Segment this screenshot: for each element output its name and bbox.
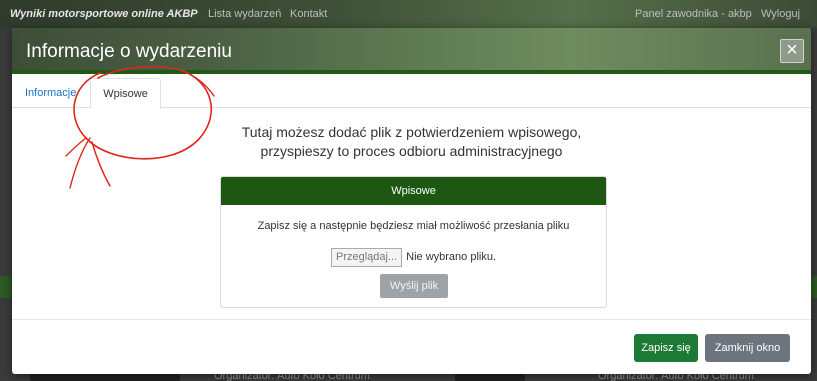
site-brand[interactable]: Wyniki motorsportowe online AKBP	[10, 8, 198, 20]
nav-contact-link[interactable]: Kontakt	[290, 8, 327, 20]
modal-tabs: Informacje Wpisowe	[12, 78, 811, 109]
modal-title: Informacje o wydarzeniu	[26, 41, 232, 62]
tab-wpisowe[interactable]: Wpisowe	[90, 78, 161, 109]
modal-footer: Zapisz się Zamknij okno	[12, 319, 811, 374]
intro-line-1: Tutaj możesz dodać plik z potwierdzeniem…	[241, 124, 582, 140]
intro-line-2: przyspieszy to proces odbioru administra…	[260, 143, 563, 159]
card-instruction: Zapisz się a następnie będziesz miał moż…	[257, 220, 570, 232]
entry-fee-card: Wpisowe Zapisz się a następnie będziesz …	[220, 176, 607, 308]
background-navbar: Wyniki motorsportowe online AKBP Lista w…	[0, 0, 817, 28]
close-icon: ×	[786, 39, 798, 61]
close-window-button[interactable]: Zamknij okno	[705, 334, 790, 362]
file-status: Nie wybrano pliku.	[406, 251, 497, 263]
nav-events-link[interactable]: Lista wydarzeń	[208, 8, 281, 20]
tab-informacje[interactable]: Informacje	[16, 78, 85, 109]
nav-panel-link[interactable]: Panel zawodnika - akbp	[635, 8, 752, 20]
modal-close-button[interactable]: ×	[780, 39, 804, 63]
nav-logout-link[interactable]: Wyloguj	[761, 8, 800, 20]
register-button[interactable]: Zapisz się	[634, 334, 698, 362]
modal-header: Informacje o wydarzeniu ×	[12, 28, 811, 74]
send-file-button[interactable]: Wyślij plik	[380, 274, 448, 298]
event-info-modal: Informacje o wydarzeniu × Informacje Wpi…	[12, 28, 811, 374]
file-input: Przeglądaj... Nie wybrano pliku.	[221, 247, 606, 267]
entry-intro-text: Tutaj możesz dodać plik z potwierdzeniem…	[12, 123, 811, 161]
card-header: Wpisowe	[221, 177, 606, 205]
browse-file-button[interactable]: Przeglądaj...	[330, 247, 403, 267]
